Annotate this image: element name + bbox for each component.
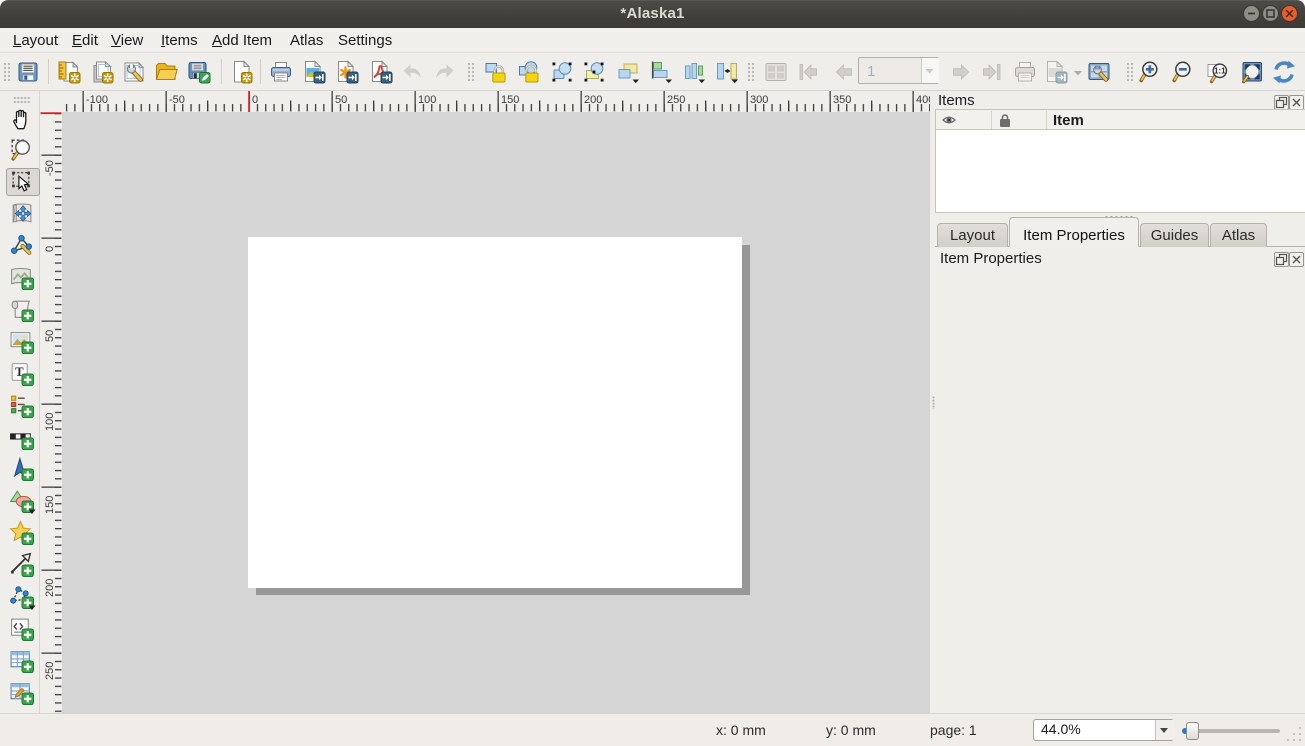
svg-text:200: 200 (44, 579, 56, 597)
svg-text:150: 150 (501, 94, 519, 106)
svg-text:200: 200 (584, 94, 602, 106)
svg-text:0: 0 (252, 94, 258, 106)
svg-text:-50: -50 (169, 94, 185, 106)
svg-text:150: 150 (44, 496, 56, 514)
svg-text:50: 50 (44, 330, 56, 342)
svg-text:250: 250 (44, 662, 56, 680)
svg-text:350: 350 (833, 94, 851, 106)
svg-text:100: 100 (418, 94, 436, 106)
svg-text:0: 0 (44, 246, 56, 252)
svg-text:1:1: 1:1 (1214, 66, 1226, 75)
svg-text:100: 100 (44, 413, 56, 431)
svg-text:250: 250 (667, 94, 685, 106)
svg-text:-50: -50 (44, 160, 56, 176)
svg-text:50: 50 (335, 94, 347, 106)
svg-text:Item: Item (1053, 112, 1084, 129)
svg-text:400: 400 (916, 94, 930, 106)
svg-text:300: 300 (750, 94, 768, 106)
svg-text:-100: -100 (86, 94, 108, 106)
